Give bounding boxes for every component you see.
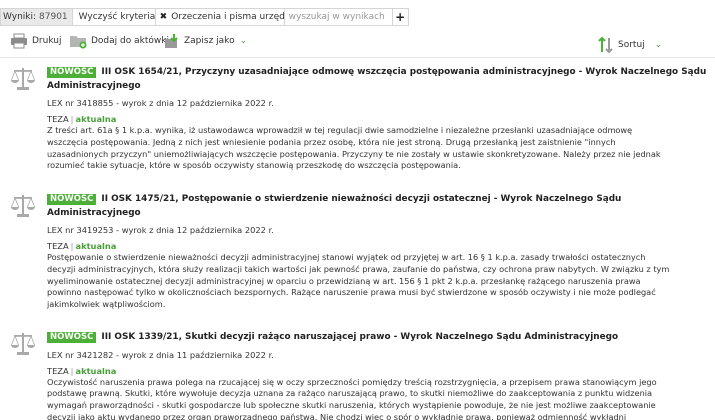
result-content: NOWOŚĆ II OSK 1475/21, Postępowanie o st… <box>47 193 707 311</box>
abstract-line: decyzji jako aktu wydanego przez organ p… <box>47 411 627 420</box>
abstract-line: podstawę prawną. Skutki, które wywołuje … <box>47 388 653 399</box>
separator: | <box>70 365 74 376</box>
result-title-link[interactable]: NOWOŚĆ II OSK 1475/21, Postępowanie o st… <box>47 193 707 220</box>
scales-of-justice-icon <box>11 195 35 217</box>
result-source: TEZA <box>47 241 69 251</box>
separator: | <box>70 114 74 124</box>
print-button[interactable]: Drukuj <box>10 30 61 52</box>
toolbar-divider <box>0 57 715 58</box>
toolbar: Drukuj Dodaj do aktówki Zapisz jako ⌄ So… <box>0 30 715 54</box>
result-title-line: Administracyjnego <box>47 80 141 91</box>
abstract-line: Postępowanie o stwierdzenie nieważności … <box>47 252 646 262</box>
filter-tag-label: Orzeczenia i pisma urzędowe <box>171 12 304 22</box>
result-title-link[interactable]: NOWOŚĆ III OSK 1339/21, Skutki decyzji r… <box>47 331 707 345</box>
result-abstract: Z treści art. 61a § 1 k.p.a. wynika, iż … <box>47 125 707 172</box>
add-filter-button[interactable]: + <box>392 8 409 26</box>
results-count-badge: Wyniki: 87901 <box>0 8 73 26</box>
result-content: NOWOŚĆ III OSK 1339/21, Skutki decyzji r… <box>47 331 707 420</box>
print-label: Drukuj <box>32 36 62 46</box>
result-source: TEZA <box>47 114 69 124</box>
status-badge: aktualna <box>75 365 117 376</box>
abstract-line: rozumieć takie sytuacje, które w sposób … <box>47 160 461 171</box>
clear-criteria-button[interactable]: Wyczyść kryteria <box>72 8 156 26</box>
result-meta: LEX nr 3418855 - wyrok z dnia 12 paździe… <box>47 98 274 108</box>
folder-add-icon <box>70 36 87 49</box>
add-to-briefcase-button[interactable]: Dodaj do aktówki <box>69 30 169 52</box>
filter-bar: Wyniki: 87901 Wyczyść kryteria ✖ Orzecze… <box>0 8 409 26</box>
search-in-results-input[interactable]: wyszukaj w wynikach <box>284 8 393 26</box>
result-title-line: III OSK 1654/21, Przyczyny uzasadniające… <box>101 67 707 77</box>
close-icon[interactable]: ✖ <box>160 12 168 22</box>
printer-icon <box>11 33 27 49</box>
search-placeholder: wyszukaj w wynikach <box>288 12 385 22</box>
chevron-down-icon: ⌄ <box>654 40 663 50</box>
result-title-line: II OSK 1475/21, Postępowanie o stwierdze… <box>101 194 622 204</box>
new-badge: NOWOŚĆ <box>47 332 97 343</box>
save-as-label: Zapisz jako <box>184 36 235 46</box>
result-meta: LEX nr 3421282 - wyrok z dnia 11 paździe… <box>47 349 274 360</box>
abstract-line: powinno następować tylko w okolicznościa… <box>47 287 656 298</box>
results-count-label: Wyniki: <box>3 12 37 22</box>
save-down-icon <box>165 34 178 48</box>
filter-tag-documents[interactable]: ✖ Orzeczenia i pisma urzędowe <box>155 8 303 26</box>
sort-arrows-icon <box>598 36 613 54</box>
new-badge: NOWOŚĆ <box>47 67 97 78</box>
scales-of-justice-icon <box>11 333 35 355</box>
clear-criteria-label: Wyczyść kryteria <box>78 12 156 22</box>
sort-label: Sortuj <box>618 40 645 50</box>
abstract-line: Z treści art. 61a § 1 k.p.a. wynika, iż … <box>47 125 633 135</box>
result-abstract: Postępowanie o stwierdzenie nieważności … <box>47 252 707 311</box>
status-badge: aktualna <box>75 114 117 124</box>
sort-dropdown[interactable]: Sortuj ⌄ <box>598 34 662 56</box>
result-status: TEZA | aktualna <box>47 365 707 377</box>
result-abstract: Oczywistość naruszenia prawa polega na r… <box>47 377 707 420</box>
abstract-line: wymagań praworządności - skutki gospodar… <box>47 400 656 411</box>
abstract-line: wszczęcia postępowania. Jedną z nich jes… <box>47 136 616 147</box>
plus-icon: + <box>395 10 406 24</box>
save-as-button[interactable]: Zapisz jako ⌄ <box>164 30 247 52</box>
abstract-line: decyzji administracyjnych, która służy r… <box>47 263 670 274</box>
result-content: NOWOŚĆ III OSK 1654/21, Przyczyny uzasad… <box>47 66 707 172</box>
separator: | <box>70 241 74 251</box>
status-badge: aktualna <box>75 241 117 251</box>
results-count-value: 87901 <box>39 12 68 22</box>
result-source: TEZA <box>47 365 69 376</box>
result-meta: LEX nr 3419253 - wyrok z dnia 12 paździe… <box>47 225 274 235</box>
result-title-line: Administracyjnego <box>47 207 141 218</box>
add-to-briefcase-label: Dodaj do aktówki <box>91 36 169 46</box>
result-status: TEZA | aktualna <box>47 113 707 125</box>
result-title-line: III OSK 1339/21, Skutki decyzji rażąco n… <box>101 332 619 342</box>
chevron-down-icon: ⌄ <box>239 36 248 46</box>
result-status: TEZA | aktualna <box>47 240 707 252</box>
abstract-line: uzasadnionych przyczyn" uniemożliwiający… <box>47 148 661 159</box>
result-title-link[interactable]: NOWOŚĆ III OSK 1654/21, Przyczyny uzasad… <box>47 66 707 93</box>
abstract-line: jakimkolwiek wątpliwościom. <box>47 299 166 310</box>
scales-of-justice-icon <box>11 68 35 90</box>
abstract-line: Oczywistość naruszenia prawa polega na r… <box>47 376 657 387</box>
new-badge: NOWOŚĆ <box>47 194 97 205</box>
abstract-line: wyeliminowanie ostatecznej decyzji admin… <box>47 275 641 286</box>
